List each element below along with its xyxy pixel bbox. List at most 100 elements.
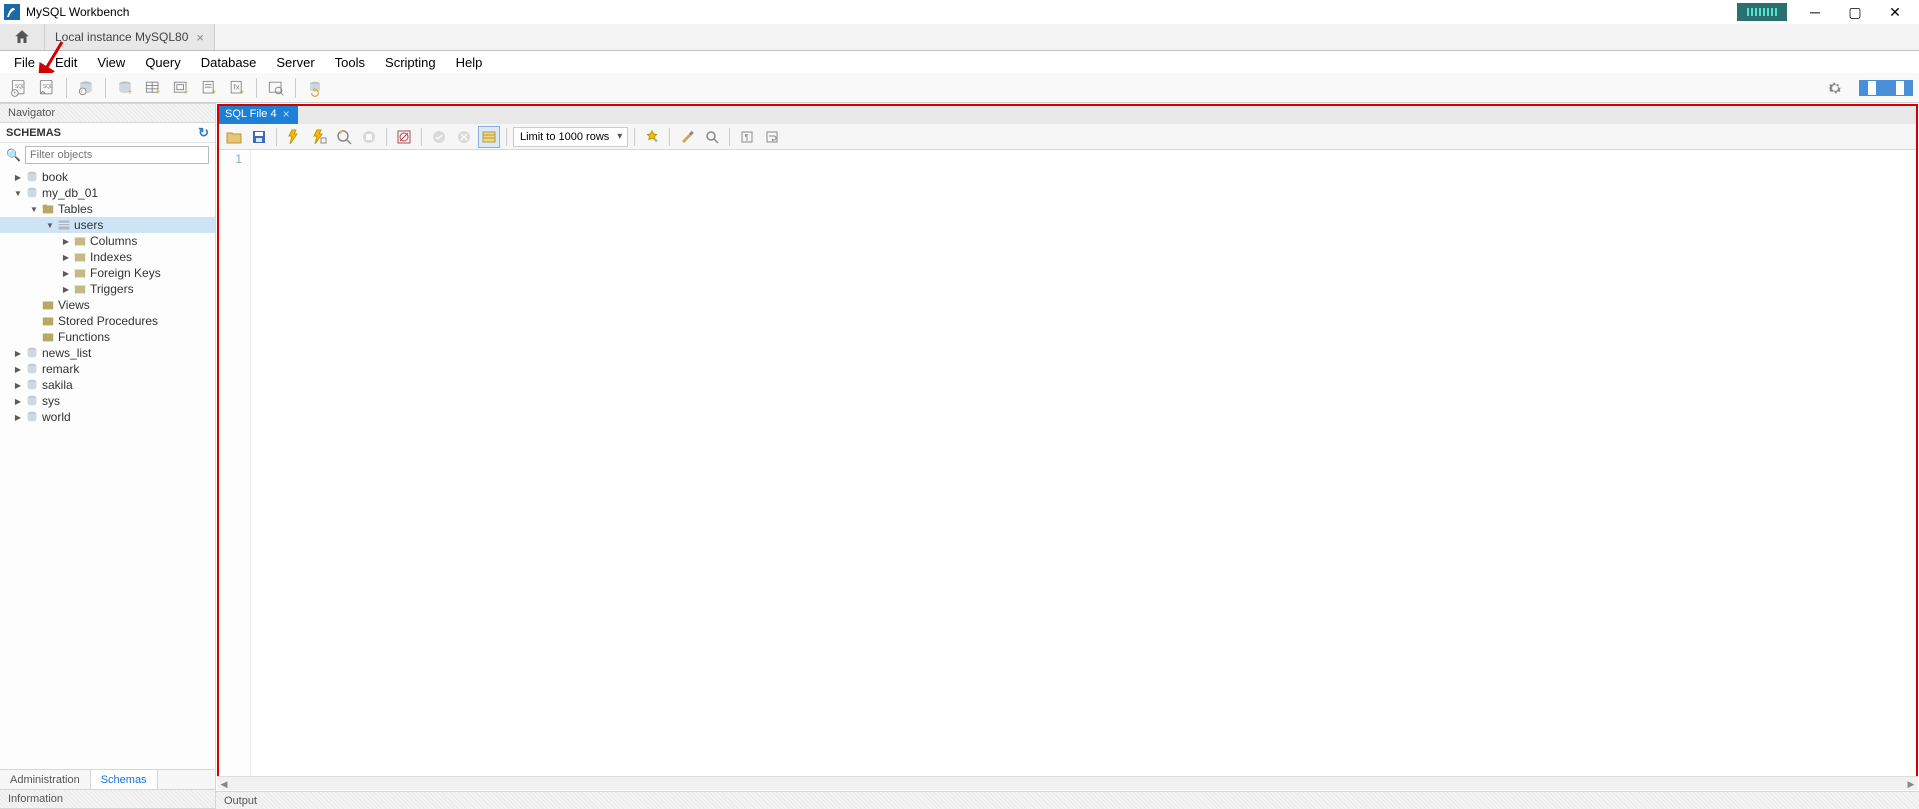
beautify-button[interactable]: + <box>641 126 663 148</box>
execute-current-button[interactable] <box>308 126 330 148</box>
maximize-button[interactable]: ▢ <box>1835 1 1875 23</box>
panel-toggle-group <box>1859 80 1913 96</box>
table-icon <box>56 218 72 232</box>
rollback-button[interactable] <box>453 126 475 148</box>
line-number-1: 1 <box>217 152 242 166</box>
columns-folder[interactable]: Columns <box>0 233 215 249</box>
performance-meter-icon <box>1737 3 1787 21</box>
toggle-secondary-sidebar-button[interactable] <box>1895 80 1913 96</box>
schema-filter-input[interactable] <box>25 146 209 164</box>
settings-icon[interactable] <box>1823 76 1847 100</box>
svg-text:+: + <box>128 86 133 96</box>
menu-edit[interactable]: Edit <box>47 55 85 70</box>
menu-help[interactable]: Help <box>448 55 491 70</box>
connection-tab[interactable]: Local instance MySQL80 × <box>45 24 215 50</box>
schema-node-sys[interactable]: sys <box>0 393 215 409</box>
schemas-header: SCHEMAS ↻ <box>0 123 215 143</box>
foreign-keys-folder[interactable]: Foreign Keys <box>0 265 215 281</box>
menu-database[interactable]: Database <box>193 55 265 70</box>
tab-administration[interactable]: Administration <box>0 770 91 789</box>
navigator-panel: Navigator SCHEMAS ↻ 🔍 book my_db_01 <box>0 103 216 809</box>
folder-icon <box>40 202 56 216</box>
navigator-bottom-tabs: Administration Schemas <box>0 769 215 789</box>
reconnect-button[interactable] <box>302 75 328 101</box>
toggle-limit-button[interactable] <box>478 126 500 148</box>
scroll-left-icon[interactable]: ◀ <box>217 777 231 791</box>
database-icon <box>24 186 40 200</box>
open-sql-file-button[interactable]: SQL <box>34 75 60 101</box>
connection-tab-close-icon[interactable]: × <box>196 30 204 45</box>
schema-node-my-db-01[interactable]: my_db_01 <box>0 185 215 201</box>
database-icon <box>24 170 40 184</box>
home-button[interactable] <box>0 24 45 50</box>
stored-procedures-folder[interactable]: Stored Procedures <box>0 313 215 329</box>
table-node-users[interactable]: users <box>0 217 215 233</box>
folder-icon <box>72 282 88 296</box>
svg-text:i: i <box>81 89 82 95</box>
menu-bar: File Edit View Query Database Server Too… <box>0 51 1919 73</box>
toggle-invisible-button[interactable]: ¶ <box>736 126 758 148</box>
editor-area: SQL File 4 × Limit to 1000 rows <box>216 103 1919 809</box>
toggle-output-button[interactable] <box>1877 80 1895 96</box>
connection-tab-bar: Local instance MySQL80 × <box>0 24 1919 51</box>
functions-folder[interactable]: Functions <box>0 329 215 345</box>
editor-tab-sql-file-4[interactable]: SQL File 4 × <box>217 104 298 124</box>
tables-folder[interactable]: Tables <box>0 201 215 217</box>
menu-query[interactable]: Query <box>137 55 188 70</box>
line-gutter: 1 <box>217 150 251 776</box>
commit-button[interactable] <box>428 126 450 148</box>
close-button[interactable]: ✕ <box>1875 1 1915 23</box>
menu-tools[interactable]: Tools <box>327 55 373 70</box>
svg-text:¶: ¶ <box>745 133 749 142</box>
sql-editor[interactable] <box>251 150 1918 776</box>
editor-tab-close-icon[interactable]: × <box>283 107 290 121</box>
minimize-button[interactable]: ─ <box>1795 1 1835 23</box>
stop-button[interactable] <box>358 126 380 148</box>
views-folder[interactable]: Views <box>0 297 215 313</box>
app-logo-icon <box>4 4 20 20</box>
schema-node-news-list[interactable]: news_list <box>0 345 215 361</box>
open-file-button[interactable] <box>223 126 245 148</box>
schema-tree[interactable]: book my_db_01 Tables users Column <box>0 167 215 769</box>
menu-server[interactable]: Server <box>268 55 322 70</box>
explain-button[interactable] <box>333 126 355 148</box>
schema-node-remark[interactable]: remark <box>0 361 215 377</box>
new-sql-tab-button[interactable]: SQL+ <box>6 75 32 101</box>
toggle-sidebar-button[interactable] <box>1859 80 1877 96</box>
create-table-button[interactable]: + <box>140 75 166 101</box>
database-icon <box>24 378 40 392</box>
create-view-button[interactable]: + <box>168 75 194 101</box>
menu-scripting[interactable]: Scripting <box>377 55 444 70</box>
inspector-button[interactable]: i <box>73 75 99 101</box>
svg-text:+: + <box>240 86 245 96</box>
folder-icon <box>40 330 56 344</box>
toggle-autocommit-button[interactable] <box>393 126 415 148</box>
schema-node-sakila[interactable]: sakila <box>0 377 215 393</box>
refresh-schemas-icon[interactable]: ↻ <box>198 125 209 141</box>
create-function-button[interactable]: fx+ <box>224 75 250 101</box>
title-bar: MySQL Workbench ─ ▢ ✕ <box>0 0 1919 24</box>
menu-file[interactable]: File <box>6 55 43 70</box>
menu-view[interactable]: View <box>89 55 133 70</box>
wrap-button[interactable] <box>761 126 783 148</box>
save-file-button[interactable] <box>248 126 270 148</box>
scroll-right-icon[interactable]: ▶ <box>1904 777 1918 791</box>
search-table-button[interactable] <box>263 75 289 101</box>
create-procedure-button[interactable]: + <box>196 75 222 101</box>
create-schema-button[interactable]: + <box>112 75 138 101</box>
row-limit-select[interactable]: Limit to 1000 rows <box>513 127 628 147</box>
svg-text:+: + <box>654 138 658 145</box>
editor-horizontal-scrollbar[interactable]: ◀ ▶ <box>217 776 1918 790</box>
navigator-header: Navigator <box>0 103 215 123</box>
triggers-folder[interactable]: Triggers <box>0 281 215 297</box>
database-icon <box>24 346 40 360</box>
schema-node-book[interactable]: book <box>0 169 215 185</box>
svg-text:SQL: SQL <box>15 84 25 90</box>
tab-schemas[interactable]: Schemas <box>91 770 158 789</box>
sql-editor-toolbar: Limit to 1000 rows + ¶ <box>217 124 1918 150</box>
find-button[interactable] <box>701 126 723 148</box>
brush-button[interactable] <box>676 126 698 148</box>
execute-button[interactable] <box>283 126 305 148</box>
schema-node-world[interactable]: world <box>0 409 215 425</box>
indexes-folder[interactable]: Indexes <box>0 249 215 265</box>
